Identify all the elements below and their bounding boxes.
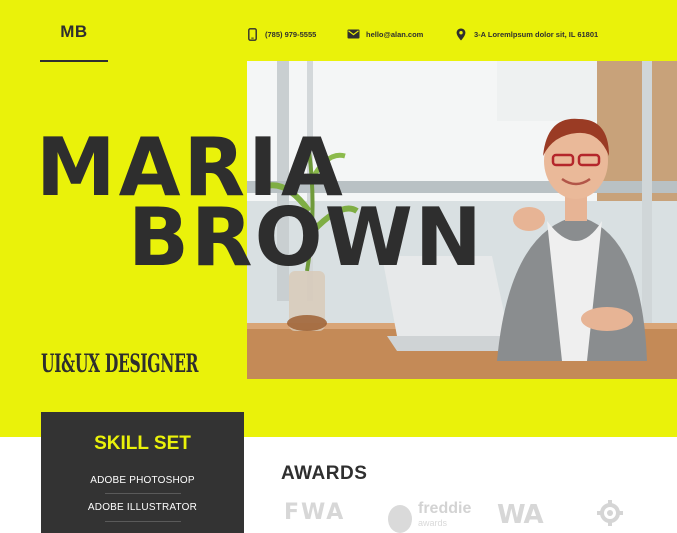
gear-award-icon [597, 500, 623, 526]
skill-divider [105, 521, 181, 522]
freddie-logo-subtext: awards [418, 518, 448, 528]
freddie-badge-icon [388, 505, 412, 533]
phone-text: (785) 979-5555 [265, 29, 317, 39]
phone-icon [245, 27, 259, 41]
location-pin-icon [454, 27, 468, 41]
awards-title: AWARDS [281, 463, 368, 484]
wa-logo[interactable]: WA [497, 500, 544, 530]
skill-item: ADOBE ILLUSTRATOR [87, 502, 198, 513]
address-text: 3-A Loremlpsum dolor sit, IL 61801 [474, 29, 599, 39]
logo-underline [40, 60, 108, 62]
mail-icon [346, 27, 360, 41]
gear-award-logo[interactable] [597, 500, 623, 533]
fwa-logo[interactable]: FWA [284, 500, 345, 525]
resume-page: MB (785) 979-5555 hello@alan.com 3-A Lor… [0, 0, 677, 533]
freddie-logo-text: freddie [418, 500, 472, 517]
last-name: BROWN [128, 191, 484, 284]
skill-item: ADOBE PHOTOSHOP [90, 475, 195, 486]
email-text: hello@alan.com [366, 29, 424, 39]
skill-set-title: SKILL SET [94, 433, 191, 454]
skill-set-panel: SKILL SET ADOBE PHOTOSHOP ADOBE ILLUSTRA… [41, 412, 244, 533]
contact-phone[interactable]: (785) 979-5555 [245, 26, 316, 42]
contact-address[interactable]: 3-A Loremlpsum dolor sit, IL 61801 [454, 26, 598, 42]
skill-divider [105, 493, 181, 494]
contact-email[interactable]: hello@alan.com [346, 26, 423, 42]
logo[interactable]: MB [42, 22, 106, 42]
job-title: UI&UX DESIGNER [41, 349, 199, 378]
